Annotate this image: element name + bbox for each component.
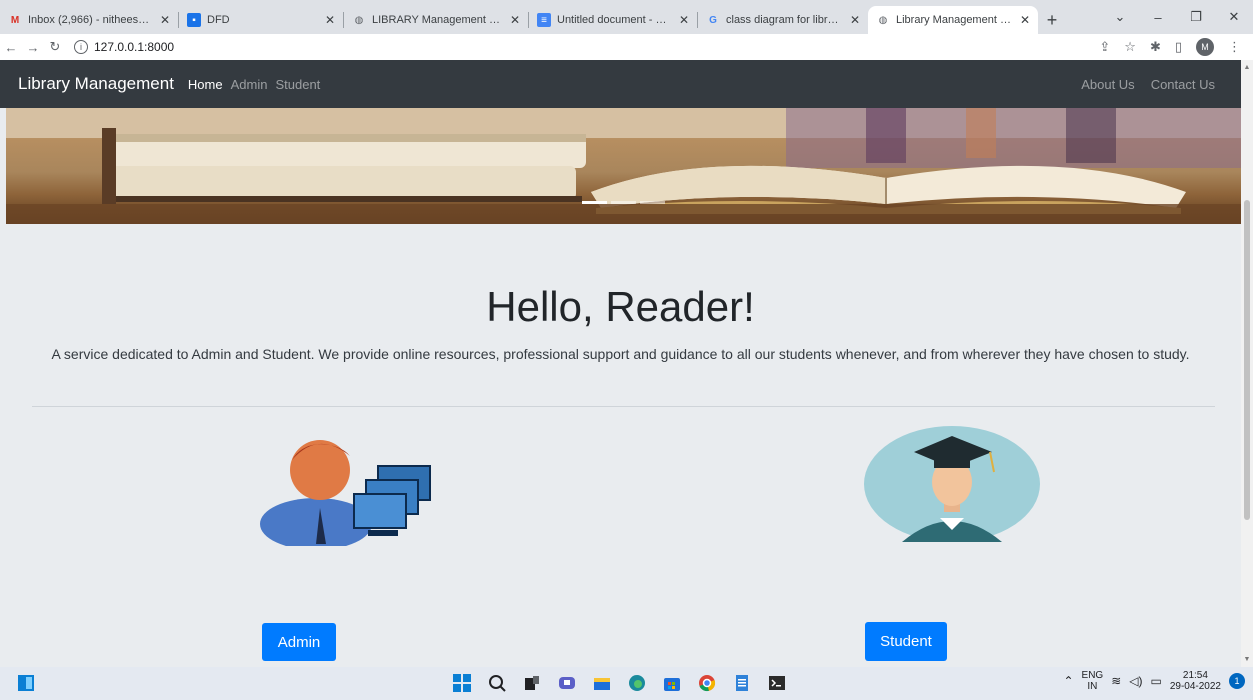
- menu-kebab-icon[interactable]: ⋮: [1228, 39, 1241, 55]
- widgets-icon[interactable]: [16, 673, 36, 693]
- back-icon[interactable]: ←: [0, 40, 22, 55]
- page-heading: Hello, Reader!: [486, 283, 755, 330]
- edge-browser-icon[interactable]: [627, 673, 647, 693]
- minimize-icon[interactable]: –: [1139, 10, 1177, 25]
- divider: [32, 406, 1215, 407]
- tab-library-system[interactable]: ◍ LIBRARY Management Syst ✕: [344, 6, 528, 34]
- forward-icon[interactable]: →: [22, 40, 44, 55]
- close-window-icon[interactable]: ✕: [1215, 9, 1253, 25]
- scrollbar-thumb[interactable]: [1244, 200, 1250, 520]
- profile-avatar[interactable]: M: [1196, 38, 1214, 56]
- navbar-brand[interactable]: Library Management: [18, 74, 174, 94]
- admin-illustration: [260, 440, 431, 546]
- close-tab-icon[interactable]: ✕: [850, 13, 860, 27]
- close-tab-icon[interactable]: ✕: [679, 13, 689, 27]
- gmail-icon: M: [10, 14, 20, 26]
- clock[interactable]: 21:54 29-04-2022: [1170, 670, 1221, 692]
- lead-text: A service dedicated to Admin and Student…: [51, 346, 1190, 362]
- student-illustration: [864, 426, 1040, 542]
- browser-tab-strip: M Inbox (2,966) - nitheesh_ma ✕ ▪ DFD ✕ …: [0, 0, 1253, 34]
- teams-chat-icon[interactable]: [557, 673, 577, 693]
- task-view-icon[interactable]: [522, 673, 542, 693]
- nav-link-about-us[interactable]: About Us: [1081, 77, 1134, 92]
- page-scrollbar[interactable]: ▲ ▼: [1241, 60, 1253, 667]
- page-viewport: Library Management Home Admin Student Ab…: [0, 60, 1253, 667]
- carousel-indicator[interactable]: [611, 201, 636, 204]
- microsoft-store-icon[interactable]: [662, 673, 682, 693]
- windows-taskbar: ⌃ ENG IN ≋ ◁) ▭ 21:54 29-04-2022 1: [0, 667, 1253, 700]
- admin-button[interactable]: Admin: [262, 623, 336, 661]
- student-button[interactable]: Student: [865, 622, 947, 661]
- windows-start-icon[interactable]: [452, 673, 472, 693]
- drawio-icon: ▪: [187, 13, 201, 27]
- bookmark-star-icon[interactable]: ☆: [1124, 39, 1136, 55]
- notification-badge[interactable]: 1: [1229, 673, 1245, 689]
- globe-icon: ◍: [354, 14, 364, 26]
- new-tab-button[interactable]: +: [1038, 6, 1066, 34]
- wifi-icon[interactable]: ≋: [1111, 674, 1121, 688]
- reload-icon[interactable]: ↻: [44, 39, 66, 55]
- tab-google-search[interactable]: G class diagram for library m ✕: [698, 6, 868, 34]
- language-indicator[interactable]: ENG IN: [1082, 670, 1104, 692]
- scroll-up-icon[interactable]: ▲: [1241, 64, 1253, 71]
- close-tab-icon[interactable]: ✕: [160, 13, 170, 27]
- chrome-icon[interactable]: [697, 673, 717, 693]
- books-banner-image: [6, 108, 1241, 224]
- docs-icon: ≡: [537, 13, 551, 27]
- nav-link-admin[interactable]: Admin: [231, 77, 268, 92]
- search-icon[interactable]: [487, 673, 507, 693]
- close-tab-icon[interactable]: ✕: [325, 13, 335, 27]
- battery-icon[interactable]: ▭: [1151, 674, 1162, 688]
- window-controls: ⌄ – ❐ ✕: [1101, 0, 1253, 34]
- nav-link-student[interactable]: Student: [275, 77, 320, 92]
- jumbotron: Hello, Reader! A service dedicated to Ad…: [0, 224, 1241, 667]
- hero-carousel[interactable]: [6, 108, 1241, 224]
- browser-toolbar: ← → ↻ i 127.0.0.1:8000 ⇪ ☆ ✱ ▯ M ⋮: [0, 34, 1253, 60]
- terminal-icon[interactable]: [767, 673, 787, 693]
- globe-icon: ◍: [878, 14, 888, 26]
- google-icon: G: [709, 14, 717, 26]
- system-tray: ⌃ ENG IN ≋ ◁) ▭ 21:54 29-04-2022 1: [1063, 670, 1245, 692]
- tab-gmail[interactable]: M Inbox (2,966) - nitheesh_ma ✕: [0, 6, 178, 34]
- share-icon[interactable]: ⇪: [1099, 39, 1110, 55]
- chevron-up-icon[interactable]: ⌃: [1063, 674, 1073, 688]
- address-bar[interactable]: i 127.0.0.1:8000: [74, 40, 174, 54]
- extensions-icon[interactable]: ✱: [1150, 39, 1161, 55]
- scroll-down-icon[interactable]: ▼: [1241, 656, 1253, 663]
- carousel-indicators: [582, 201, 665, 204]
- volume-icon[interactable]: ◁): [1129, 674, 1142, 688]
- nav-link-home[interactable]: Home: [188, 77, 223, 92]
- nav-link-contact-us[interactable]: Contact Us: [1151, 77, 1215, 92]
- site-navbar: Library Management Home Admin Student Ab…: [0, 60, 1241, 108]
- close-tab-icon[interactable]: ✕: [510, 13, 520, 27]
- carousel-indicator[interactable]: [582, 201, 607, 204]
- carousel-indicator[interactable]: [640, 201, 665, 204]
- restore-icon[interactable]: ❐: [1177, 9, 1215, 25]
- close-tab-icon[interactable]: ✕: [1020, 13, 1030, 27]
- tab-search-icon[interactable]: ⌄: [1101, 9, 1139, 25]
- url-text: 127.0.0.1:8000: [94, 40, 175, 54]
- tab-library-management[interactable]: ◍ Library Management Syster ✕: [868, 6, 1038, 34]
- side-panel-icon[interactable]: ▯: [1175, 39, 1182, 55]
- notepad-icon[interactable]: [732, 673, 752, 693]
- tab-dfd[interactable]: ▪ DFD ✕: [179, 6, 343, 34]
- site-info-icon[interactable]: i: [74, 40, 88, 54]
- tab-google-docs[interactable]: ≡ Untitled document - Googl ✕: [529, 6, 697, 34]
- file-explorer-icon[interactable]: [592, 673, 612, 693]
